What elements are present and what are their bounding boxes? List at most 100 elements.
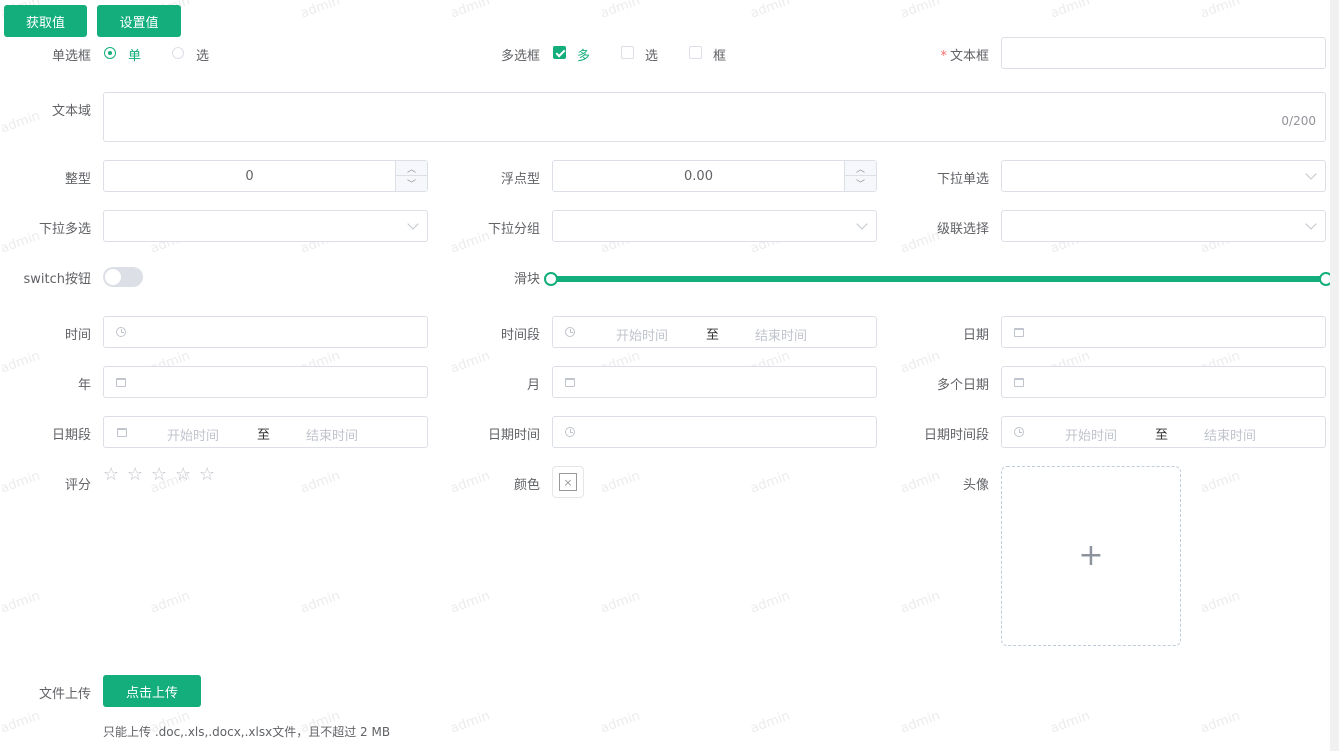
select-multi-label: 下拉多选 bbox=[38, 222, 91, 237]
date-label: 日期 bbox=[962, 328, 989, 343]
month-picker[interactable] bbox=[552, 366, 877, 398]
chevron-up-icon: ︿ bbox=[406, 164, 416, 175]
radio-option-2-label[interactable]: 选 bbox=[196, 45, 209, 64]
multi-date-label: 多个日期 bbox=[936, 378, 989, 393]
text-input-label: * 文本框 bbox=[940, 45, 989, 64]
select-multi[interactable] bbox=[103, 210, 428, 242]
cascader[interactable] bbox=[1001, 210, 1326, 242]
switch-toggle[interactable] bbox=[103, 267, 143, 287]
textarea[interactable]: 0/200 bbox=[103, 92, 1326, 142]
radio-option-1[interactable] bbox=[104, 47, 116, 59]
cascader-label: 级联选择 bbox=[936, 222, 989, 237]
chevron-down-icon: ﹀ bbox=[855, 180, 865, 190]
checkbox-option-3[interactable] bbox=[689, 46, 702, 59]
chevron-down-icon bbox=[1305, 168, 1317, 180]
slider-label: 滑块 bbox=[513, 272, 540, 287]
avatar-label: 头像 bbox=[962, 478, 989, 493]
get-value-button[interactable]: 获取值 bbox=[4, 5, 87, 37]
star-icon[interactable]: ☆ bbox=[127, 466, 143, 484]
start-time-placeholder: 开始时间 bbox=[616, 329, 669, 344]
time-range-label: 时间段 bbox=[500, 328, 540, 343]
clock-icon bbox=[565, 327, 575, 337]
radio-label: 单选框 bbox=[51, 49, 91, 64]
clock-icon bbox=[1014, 427, 1024, 437]
calendar-icon bbox=[1014, 378, 1024, 387]
decrement-button[interactable]: ﹀ bbox=[845, 176, 876, 191]
text-input[interactable] bbox=[1001, 37, 1326, 69]
datetime-range-label: 日期时间段 bbox=[923, 428, 989, 443]
float-input[interactable]: 0.00 ︿ ﹀ bbox=[552, 160, 877, 192]
month-label: 月 bbox=[526, 378, 540, 393]
checkbox-option-2-label[interactable]: 选 bbox=[645, 45, 658, 64]
clock-icon bbox=[116, 327, 126, 337]
close-icon: × bbox=[559, 473, 577, 491]
text-input-label-text: 文本框 bbox=[949, 49, 989, 64]
star-icon[interactable]: ☆ bbox=[175, 466, 191, 484]
set-value-button[interactable]: 设置值 bbox=[97, 5, 181, 37]
calendar-icon bbox=[565, 378, 575, 387]
scrollbar[interactable] bbox=[1330, 0, 1339, 751]
radio-option-1-label[interactable]: 单 bbox=[128, 45, 141, 64]
increment-button[interactable]: ︿ bbox=[396, 161, 427, 176]
color-picker[interactable]: × bbox=[552, 466, 584, 498]
textarea-counter: 0/200 bbox=[1281, 114, 1316, 128]
form-container: 获取值 设置值 单选框 单 选 多选框 多 选 框 * 文本框 文本域 0/200… bbox=[0, 0, 1339, 751]
star-icon[interactable]: ☆ bbox=[199, 466, 215, 484]
radio-option-2[interactable] bbox=[172, 47, 184, 59]
range-separator: 至 bbox=[1155, 428, 1169, 443]
year-label: 年 bbox=[77, 378, 91, 393]
star-icon[interactable]: ☆ bbox=[151, 466, 167, 484]
multi-date-picker[interactable] bbox=[1001, 366, 1326, 398]
select-single[interactable] bbox=[1001, 160, 1326, 192]
chevron-up-icon: ︿ bbox=[855, 164, 865, 175]
integer-input[interactable]: 0 ︿ ﹀ bbox=[103, 160, 428, 192]
upload-button[interactable]: 点击上传 bbox=[103, 675, 201, 707]
range-separator: 至 bbox=[706, 328, 720, 343]
float-value: 0.00 bbox=[684, 168, 713, 184]
slider-track[interactable] bbox=[551, 276, 1326, 282]
float-stepper: ︿ ﹀ bbox=[844, 161, 876, 191]
chevron-down-icon bbox=[1305, 218, 1317, 230]
checkbox-option-1[interactable] bbox=[553, 46, 566, 59]
time-picker[interactable] bbox=[103, 316, 428, 348]
checkbox-option-1-label[interactable]: 多 bbox=[577, 45, 590, 64]
star-icon[interactable]: ☆ bbox=[103, 466, 119, 484]
end-date-placeholder: 结束时间 bbox=[306, 429, 359, 444]
integer-stepper: ︿ ﹀ bbox=[395, 161, 427, 191]
checkbox-option-3-label[interactable]: 框 bbox=[713, 45, 726, 64]
range-separator: 至 bbox=[257, 428, 271, 443]
time-range-picker[interactable]: 开始时间 至 结束时间 bbox=[552, 316, 877, 348]
decrement-button[interactable]: ﹀ bbox=[396, 176, 427, 191]
datetime-label: 日期时间 bbox=[487, 428, 540, 443]
calendar-icon bbox=[1014, 328, 1024, 337]
checkbox-option-2[interactable] bbox=[621, 46, 634, 59]
chevron-down-icon bbox=[856, 218, 868, 230]
rate-label: 评分 bbox=[64, 478, 91, 493]
slider-handle-start[interactable] bbox=[544, 272, 558, 286]
float-label: 浮点型 bbox=[500, 172, 540, 187]
calendar-icon bbox=[117, 428, 127, 437]
select-group-label: 下拉分组 bbox=[487, 222, 540, 237]
start-date-placeholder: 开始时间 bbox=[167, 429, 220, 444]
increment-button[interactable]: ︿ bbox=[845, 161, 876, 176]
date-picker[interactable] bbox=[1001, 316, 1326, 348]
date-range-picker[interactable]: 开始时间 至 结束时间 bbox=[103, 416, 428, 448]
plus-icon: + bbox=[1078, 538, 1104, 573]
checkbox-label: 多选框 bbox=[500, 49, 540, 64]
avatar-uploader[interactable]: + bbox=[1001, 466, 1181, 646]
datetime-range-picker[interactable]: 开始时间 至 结束时间 bbox=[1001, 416, 1326, 448]
select-group[interactable] bbox=[552, 210, 877, 242]
required-mark: * bbox=[940, 49, 947, 64]
file-upload-label: 文件上传 bbox=[38, 687, 91, 702]
end-datetime-placeholder: 结束时间 bbox=[1204, 429, 1257, 444]
chevron-down-icon: ﹀ bbox=[406, 180, 416, 190]
end-time-placeholder: 结束时间 bbox=[755, 329, 808, 344]
datetime-picker[interactable] bbox=[552, 416, 877, 448]
integer-value: 0 bbox=[245, 168, 254, 184]
color-label: 颜色 bbox=[513, 478, 540, 493]
clock-icon bbox=[565, 427, 575, 437]
chevron-down-icon bbox=[407, 218, 419, 230]
textarea-label: 文本域 bbox=[51, 104, 91, 119]
year-picker[interactable] bbox=[103, 366, 428, 398]
calendar-icon bbox=[116, 378, 126, 387]
